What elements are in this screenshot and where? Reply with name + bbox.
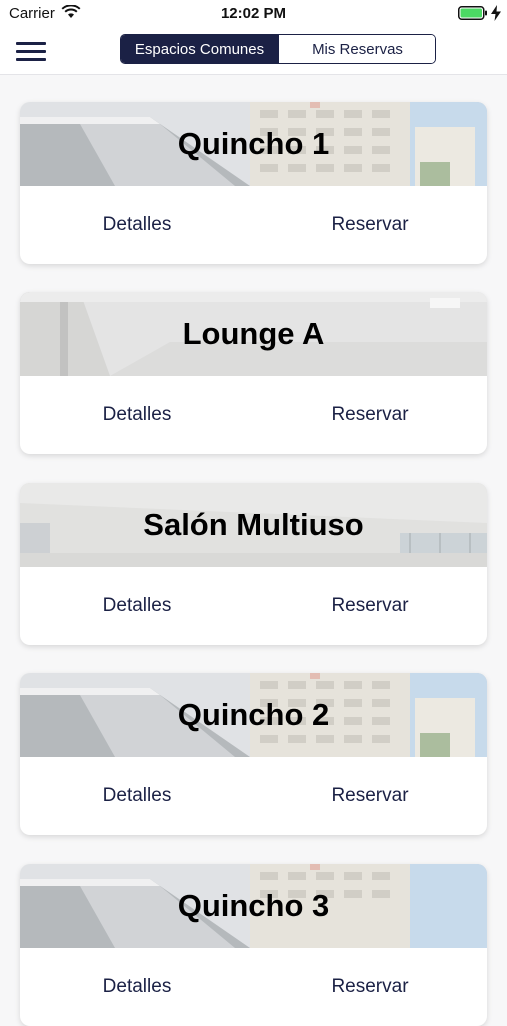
navigation-bar: Espacios Comunes Mis Reservas — [0, 28, 507, 75]
space-title: Quincho 1 — [177, 126, 330, 161]
space-card: Quincho 3 Detalles Reservar — [20, 864, 487, 1026]
battery-icon — [458, 6, 487, 20]
reserve-button[interactable]: Reservar — [270, 186, 470, 264]
card-actions: Detalles Reservar — [20, 567, 487, 645]
segmented-control: Espacios Comunes Mis Reservas — [120, 34, 436, 64]
card-actions: Detalles Reservar — [20, 948, 487, 1026]
reserve-button[interactable]: Reservar — [270, 567, 470, 645]
space-image: Quincho 1 — [20, 102, 487, 186]
details-button[interactable]: Detalles — [37, 757, 237, 835]
details-button[interactable]: Detalles — [37, 186, 237, 264]
space-card: Quincho 1 Detalles Reservar — [20, 102, 487, 264]
hamburger-menu-icon[interactable] — [16, 40, 46, 62]
space-image: Salón Multiuso — [20, 483, 487, 567]
reserve-button[interactable]: Reservar — [270, 948, 470, 1026]
reserve-button[interactable]: Reservar — [270, 376, 470, 454]
details-button[interactable]: Detalles — [37, 948, 237, 1026]
card-actions: Detalles Reservar — [20, 376, 487, 454]
space-card: Salón Multiuso Detalles Reservar — [20, 483, 487, 645]
space-title: Lounge A — [182, 316, 325, 351]
space-card: Lounge A Detalles Reservar — [20, 292, 487, 454]
tab-espacios-comunes[interactable]: Espacios Comunes — [121, 35, 278, 63]
card-actions: Detalles Reservar — [20, 757, 487, 835]
details-button[interactable]: Detalles — [37, 567, 237, 645]
space-title: Salón Multiuso — [143, 507, 364, 542]
card-actions: Detalles Reservar — [20, 186, 487, 264]
details-button[interactable]: Detalles — [37, 376, 237, 454]
clock: 12:02 PM — [220, 5, 287, 22]
space-image: Quincho 2 — [20, 673, 487, 757]
space-card: Quincho 2 Detalles Reservar — [20, 673, 487, 835]
space-image: Quincho 3 — [20, 864, 487, 948]
tab-mis-reservas[interactable]: Mis Reservas — [278, 35, 435, 63]
space-title: Quincho 3 — [177, 888, 330, 923]
charging-bolt-icon — [491, 5, 501, 21]
space-image: Lounge A — [20, 292, 487, 376]
reserve-button[interactable]: Reservar — [270, 757, 470, 835]
space-title: Quincho 2 — [177, 697, 330, 732]
status-bar: Carrier 12:02 PM — [0, 0, 507, 28]
